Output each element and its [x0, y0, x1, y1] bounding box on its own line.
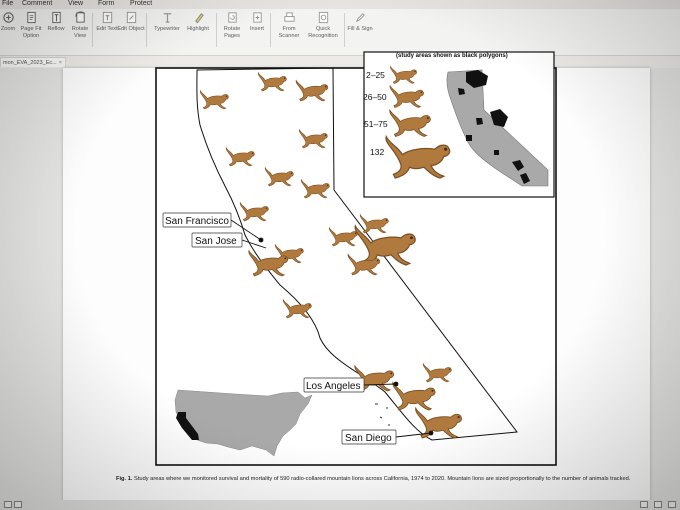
- study-area-polygon: [476, 118, 483, 125]
- figure-caption-text: Study areas where we monitored survival …: [134, 476, 631, 482]
- city-label-san-francisco: San Francisco: [165, 216, 229, 227]
- page-thumbnail-icon[interactable]: [14, 501, 22, 508]
- city-label-san-jose: San Jose: [195, 236, 237, 247]
- study-area-polygon: [458, 88, 465, 95]
- figure-caption: Fig. 1. Study areas where we monitored s…: [116, 475, 636, 483]
- city-label-los-angeles: Los Angeles: [306, 381, 361, 392]
- study-area-polygon: [494, 150, 499, 155]
- two-page-view-icon[interactable]: [654, 501, 662, 508]
- single-page-view-icon[interactable]: [640, 501, 648, 508]
- continuous-view-icon[interactable]: [668, 501, 676, 508]
- page-thumbnail-icon[interactable]: [4, 501, 12, 508]
- city-marker: [393, 381, 399, 387]
- legend-title: (study areas shown as black polygons): [396, 53, 508, 59]
- legend-label-26-50: 26–50: [363, 92, 387, 102]
- status-bar: [0, 500, 680, 510]
- pdf-reader-window: File Comment View Form Protect Zoom Page…: [0, 0, 680, 510]
- legend-label-2-25: 2–25: [366, 70, 385, 80]
- city-label-san-diego: San Diego: [345, 433, 392, 444]
- study-area-polygon: [466, 135, 472, 141]
- figure-map: (study areas shown as black polygons) 2–…: [155, 51, 557, 466]
- figure-label: Fig. 1.: [116, 476, 133, 482]
- city-marker: [428, 430, 434, 436]
- city-marker: [258, 237, 264, 243]
- legend-label-51-75: 51–75: [364, 119, 388, 129]
- legend-label-132: 132: [370, 147, 384, 157]
